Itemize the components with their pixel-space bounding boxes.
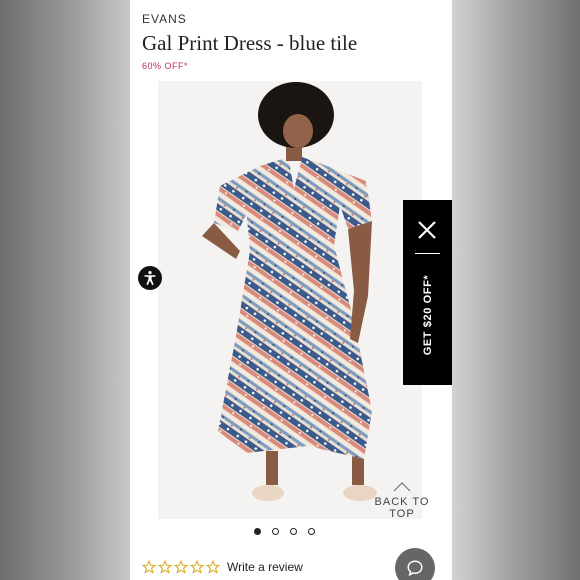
write-review-link[interactable]: Write a review — [227, 560, 303, 574]
brand-name: EVANS — [142, 12, 187, 26]
accessibility-icon — [144, 271, 156, 286]
carousel-dot-1[interactable] — [254, 528, 261, 535]
star-outline-icon — [174, 560, 188, 574]
promo-side-tab[interactable]: GET $20 OFF* — [403, 200, 452, 385]
promo-label[interactable]: GET $20 OFF* — [422, 275, 434, 356]
back-to-top-link[interactable]: BACK TO TOP — [362, 482, 442, 520]
promo-divider — [415, 253, 440, 254]
star-outline-icon — [158, 560, 172, 574]
product-image[interactable] — [158, 81, 422, 519]
chat-button[interactable] — [395, 548, 435, 580]
carousel-dot-2[interactable] — [272, 528, 279, 535]
star-outline-icon — [206, 560, 220, 574]
rating-row: Write a review — [142, 560, 303, 574]
dress-photo-illustration — [202, 82, 377, 501]
discount-label: 60% OFF* — [142, 61, 189, 71]
back-to-top-label: BACK TO TOP — [374, 496, 430, 520]
image-carousel-dots — [254, 528, 315, 535]
carousel-dot-4[interactable] — [308, 528, 315, 535]
carousel-dot-3[interactable] — [290, 528, 297, 535]
close-icon[interactable] — [415, 218, 439, 242]
background-left-blur — [0, 0, 130, 580]
product-title: Gal Print Dress - blue tile — [142, 31, 358, 55]
accessibility-button[interactable] — [138, 266, 162, 290]
background-right-blur — [452, 0, 580, 580]
star-outline-icon — [142, 560, 156, 574]
chevron-up-icon — [362, 482, 442, 496]
star-outline-icon — [190, 560, 204, 574]
chat-icon — [407, 560, 423, 577]
